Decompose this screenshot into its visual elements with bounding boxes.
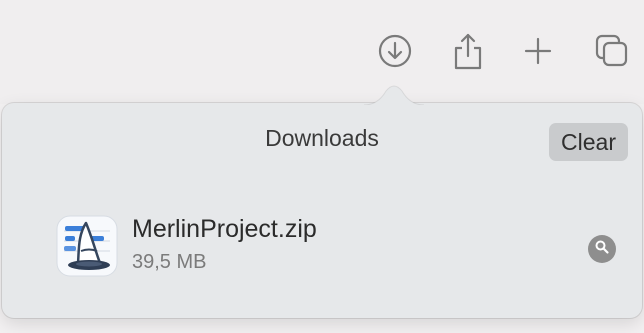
download-icon[interactable] (375, 30, 415, 72)
reveal-in-finder-button[interactable] (588, 235, 616, 263)
new-tab-icon[interactable] (518, 30, 558, 72)
magnifier-icon (594, 239, 610, 260)
clear-button[interactable]: Clear (549, 123, 628, 161)
file-name: MerlinProject.zip (132, 215, 317, 243)
popover-title: Downloads (265, 125, 379, 151)
download-item[interactable]: MerlinProject.zip 39,5 MB (56, 211, 616, 277)
browser-toolbar (0, 0, 644, 104)
popover-arrow (364, 85, 424, 105)
share-icon[interactable] (448, 30, 488, 72)
downloads-popover: Downloads Clear MerlinProject.zip 39,5 M… (2, 103, 642, 318)
file-size: 39,5 MB (132, 251, 207, 273)
tab-overview-icon[interactable] (592, 30, 632, 72)
merlin-project-app-icon (56, 215, 118, 277)
